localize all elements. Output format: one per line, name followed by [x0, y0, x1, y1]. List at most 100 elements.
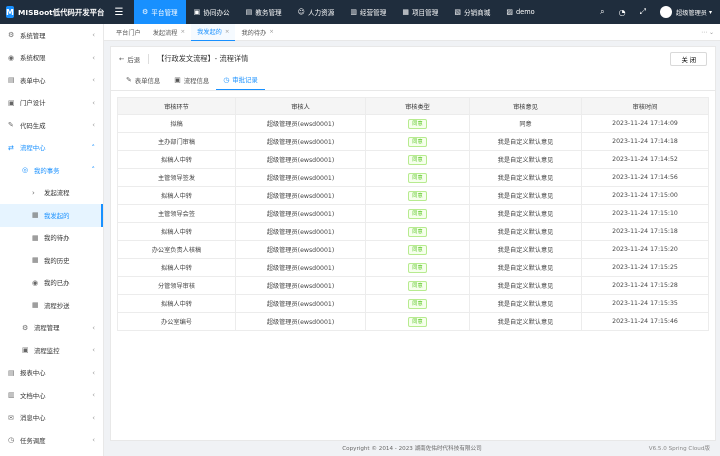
table-cell: 超级管理员(ewsd0001) [235, 186, 366, 205]
page-tab[interactable]: 我发起的 × [191, 23, 236, 41]
close-button[interactable]: 关 闭 [670, 52, 707, 66]
table-cell: 2023-11-24 17:14:52 [581, 150, 709, 169]
sidebar-item[interactable]: ◉ 系统权限 ‹ [0, 47, 103, 70]
sidebar-item[interactable]: ▦ 我发起的 [0, 204, 103, 227]
top-nav-item[interactable]: ⚙ 平台管理 [134, 0, 186, 24]
sidebar-item-icon: ▦ [32, 233, 39, 242]
top-right-tools: ⌕ ◔ ⤢ 超级管理员 ▾ [586, 0, 712, 24]
back-button[interactable]: ← 后退 [119, 55, 140, 64]
table-cell: 同意 [365, 114, 470, 133]
status-badge: 同意 [408, 262, 427, 273]
sidebar-item[interactable]: ▦ 我的待办 [0, 227, 103, 250]
table-cell: 超级管理员(ewsd0001) [235, 168, 366, 187]
table-cell: 2023-11-24 17:15:46 [581, 312, 709, 331]
table-row: 拟稿人中转 超级管理员(ewsd0001) 同意 我是自定义默认意见 2023-11-2… [117, 222, 709, 241]
sidebar-item-label: 流程监控 [34, 346, 60, 355]
table-cell: 同意 [365, 276, 470, 295]
detail-tab[interactable]: ◷ 审批记录 [216, 70, 265, 90]
page-tab-label: 平台门户 [116, 29, 141, 37]
page-tab[interactable]: 我的待办 × [235, 24, 279, 41]
table-cell: 我是自定义默认意见 [469, 168, 582, 187]
sidebar-item[interactable]: ▤ 表单中心 ‹ [0, 69, 103, 92]
table-cell: 同意 [365, 186, 470, 205]
sidebar-item[interactable]: ⚙ 流程管理 ‹ [0, 317, 103, 340]
detail-tab-icon: ◷ [223, 75, 230, 84]
table-cell: 同意 [365, 168, 470, 187]
search-icon[interactable]: ⌕ [600, 7, 604, 17]
top-nav-item[interactable]: ☺ 人力资源 [290, 0, 343, 24]
column-header: 审核意见 [469, 97, 582, 115]
footer-copyright: Copyright © 2014 - 2023 湖南佐佑时代科技有限公司 [342, 446, 482, 452]
top-nav-item[interactable]: ▣ 协同办公 [186, 0, 238, 24]
demo-icon: ▨ [506, 8, 513, 16]
tabs-menu-icon[interactable]: ⋯ ⌄ [701, 29, 714, 36]
sidebar-item-icon: ▤ [8, 368, 15, 377]
version-label: V6.5.0 Spring Cloud版 [648, 446, 710, 452]
divider [148, 54, 150, 64]
page-title: 【行政发文流程】- 流程详情 [157, 54, 249, 63]
status-badge: 同意 [408, 226, 427, 237]
page-tab[interactable]: 平台门户 [110, 24, 147, 41]
table-cell: 拟稿人中转 [117, 294, 236, 313]
user-name[interactable]: 超级管理员 [676, 8, 707, 17]
sidebar-item[interactable]: ◎ 我的事务 ˄ [0, 159, 103, 182]
detail-tab-label: 表单信息 [134, 76, 161, 85]
sidebar-item[interactable]: ✎ 代码生成 ‹ [0, 114, 103, 137]
top-nav-item[interactable]: ▦ 项目管理 [394, 0, 446, 24]
close-icon[interactable]: × [225, 29, 230, 35]
top-nav-item[interactable]: ▨ demo [498, 0, 542, 24]
table-row: 主管领导签发 超级管理员(ewsd0001) 同意 我是自定义默认意见 2023-11-… [117, 168, 709, 187]
sidebar-item[interactable]: ▣ 流程监控 ‹ [0, 339, 103, 362]
top-nav-item[interactable]: ▥ 经营管理 [342, 0, 394, 24]
sidebar-item[interactable]: ▣ 门户设计 ‹ [0, 92, 103, 115]
sidebar-item[interactable]: ▦ 流程抄送 [0, 294, 103, 317]
sidebar-item[interactable]: › 发起流程 [0, 182, 103, 205]
sidebar-item[interactable]: ✉ 消息中心 ‹ [0, 407, 103, 430]
gear-icon: ⚙ [142, 8, 149, 16]
sidebar-item[interactable]: ⇄ 流程中心 ˄ [0, 137, 103, 160]
page-tab[interactable]: 发起流程 × [147, 24, 191, 41]
table-cell: 2023-11-24 17:15:28 [581, 276, 709, 295]
table-cell: 超级管理员(ewsd0001) [235, 276, 366, 295]
status-badge: 同意 [408, 154, 427, 165]
detail-tab[interactable]: ✎ 表单信息 [119, 70, 167, 90]
sidebar-item[interactable]: ◷ 任务调度 ‹ [0, 429, 103, 452]
fullscreen-icon[interactable]: ⤢ [640, 7, 646, 17]
sidebar-item[interactable]: ☺租户管理‹ [0, 452, 103, 456]
close-icon[interactable]: × [269, 29, 274, 35]
table-cell: 办公室负责人核稿 [117, 240, 236, 259]
sidebar-item[interactable]: ▤ 报表中心 ‹ [0, 362, 103, 385]
sidebar-item-label: 代码生成 [20, 121, 46, 130]
menu-toggle-icon[interactable]: ☰ [104, 7, 134, 18]
sidebar-item-icon: ▦ [32, 211, 39, 220]
chevron-icon: ˄ [91, 166, 96, 175]
sidebar-item-icon: ✉ [8, 413, 14, 422]
sidebar-item[interactable]: ◉ 我的已办 [0, 272, 103, 295]
sidebar-item[interactable]: ▥ 文档中心 ‹ [0, 384, 103, 407]
table-cell: 主管领导签发 [117, 168, 236, 187]
table-cell: 超级管理员(ewsd0001) [235, 132, 366, 151]
close-icon[interactable]: × [181, 29, 186, 35]
sidebar-item-label: 我发起的 [44, 211, 70, 220]
table-cell: 超级管理员(ewsd0001) [235, 114, 366, 133]
table-row: 拟稿 超级管理员(ewsd0001) 同意 同意 2023-11-24 17:14:09 [117, 114, 709, 133]
table-cell: 同意 [365, 240, 470, 259]
avatar[interactable] [660, 6, 673, 18]
table-cell: 超级管理员(ewsd0001) [235, 240, 366, 259]
sidebar-item[interactable]: ▦ 我的历史 [0, 249, 103, 272]
sidebar-item[interactable]: ⚙ 系统管理 ‹ [0, 24, 103, 47]
table-cell: 办公室编号 [117, 312, 236, 331]
column-header: 审核环节 [117, 97, 236, 115]
bell-icon[interactable]: ◔ [619, 8, 626, 17]
detail-tab[interactable]: ▣ 流程信息 [167, 70, 216, 90]
top-nav-label: 人力资源 [307, 9, 335, 17]
detail-tab-icon: ✎ [126, 76, 132, 84]
chevron-down-icon[interactable]: ▾ [709, 9, 712, 16]
sidebar-item-label: 系统权限 [20, 54, 46, 63]
top-nav-item[interactable]: ▤ 教务管理 [238, 0, 290, 24]
sidebar-item-label: 表单中心 [20, 76, 46, 85]
sidebar-item-icon: ⚙ [8, 31, 15, 40]
top-nav-item[interactable]: ▧ 分销商城 [446, 0, 498, 24]
app-logo[interactable]: M MISBoot低代码开发平台 [0, 0, 104, 24]
sidebar-item-icon: ⇄ [8, 143, 14, 152]
